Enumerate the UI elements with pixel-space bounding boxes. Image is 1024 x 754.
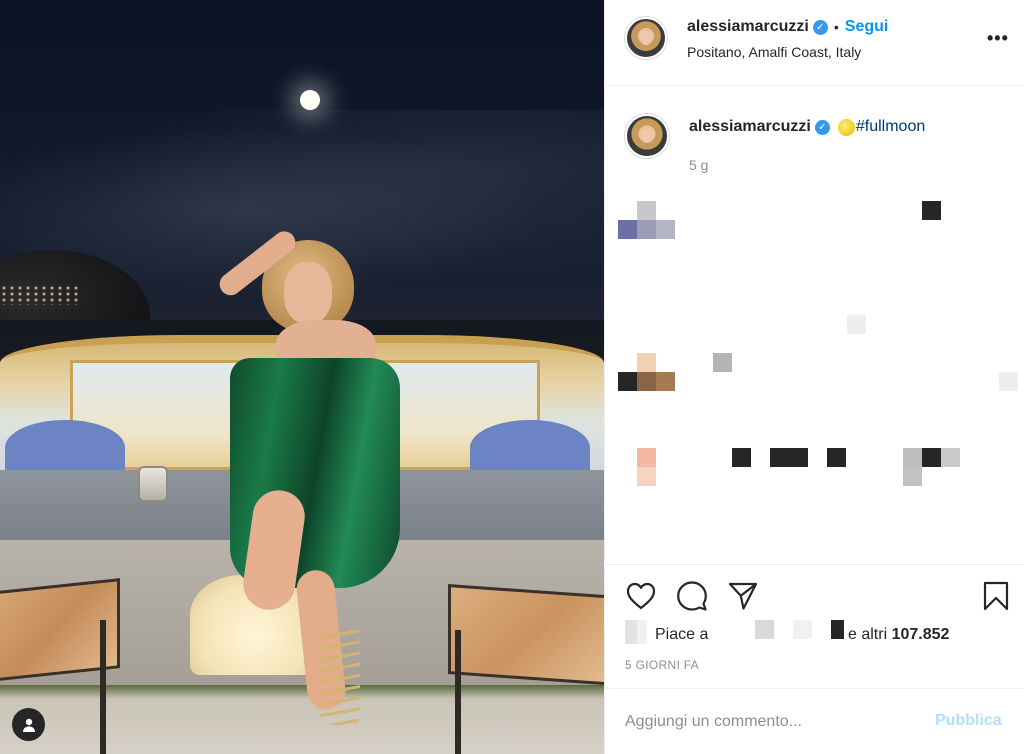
pixelated-block: [847, 315, 866, 334]
pixelated-name: [755, 620, 774, 639]
likes-suffix-line: e altri 107.852: [848, 626, 949, 644]
pixelated-block: [637, 220, 656, 239]
photo-table-leg: [455, 630, 461, 754]
post-location[interactable]: Positano, Amalfi Coast, Italy: [687, 44, 861, 60]
publish-button[interactable]: Pubblica: [935, 712, 1002, 730]
photo-ground: [0, 685, 604, 754]
pixelated-block: [713, 353, 732, 372]
pixelated-block: [827, 448, 846, 467]
verified-badge-icon: ✓: [814, 119, 830, 135]
comment-form: Pubblica: [605, 688, 1024, 754]
photo-wave-right: [470, 420, 590, 475]
like-button[interactable]: [624, 579, 658, 613]
full-moon-emoji-icon: [837, 118, 855, 136]
pixelated-block: [922, 201, 941, 220]
caption-area: alessiamarcuzzi ✓ #fullmoon 5 g: [605, 86, 1024, 564]
paper-plane-icon: [728, 582, 758, 610]
author-line: alessiamarcuzzi ✓ • Segui: [687, 18, 888, 36]
heart-icon: [626, 582, 656, 610]
follow-button[interactable]: Segui: [845, 18, 889, 36]
photo-handbag: [138, 466, 168, 502]
author-username[interactable]: alessiamarcuzzi: [687, 18, 809, 36]
likes-prefix: Piace a: [655, 626, 709, 643]
likes-summary[interactable]: Piace a e altri 107.852: [625, 620, 1015, 646]
pixelated-block: [999, 372, 1018, 391]
photo-table-right: [448, 584, 604, 686]
pixelated-name: [793, 620, 812, 639]
likes-suffix: e altri: [848, 626, 888, 643]
photo-woman-face: [284, 262, 332, 324]
pixelated-block: [922, 448, 941, 467]
pixelated-avatar: [625, 620, 637, 644]
post-date: 5 GIORNI FA: [625, 658, 699, 672]
post-photo[interactable]: [0, 0, 604, 754]
pixelated-block: [618, 220, 637, 239]
photo-table-leg: [100, 620, 106, 754]
likes-count[interactable]: 107.852: [892, 626, 950, 643]
pixelated-block: [903, 467, 922, 486]
pixelated-block: [637, 353, 656, 372]
photo-moon: [300, 90, 320, 110]
comment-input[interactable]: [625, 707, 925, 737]
pixelated-block: [618, 372, 637, 391]
pixelated-block: [770, 448, 808, 467]
post-sidebar: alessiamarcuzzi ✓ • Segui Positano, Amal…: [604, 0, 1024, 754]
user-icon: [22, 718, 35, 732]
post-header: alessiamarcuzzi ✓ • Segui Positano, Amal…: [605, 0, 1024, 86]
verified-badge-icon: ✓: [812, 19, 828, 35]
hashtag-link[interactable]: #fullmoon: [856, 118, 925, 136]
pixelated-block: [903, 448, 922, 467]
pixelated-name: [831, 620, 844, 639]
comment-icon: [677, 581, 707, 611]
comment-button[interactable]: [675, 579, 709, 613]
pixelated-block: [732, 448, 751, 467]
post-actions: Piace a e altri 107.852 5 GIORNI FA: [605, 564, 1024, 688]
pixelated-block: [637, 448, 656, 467]
more-options-icon[interactable]: •••: [987, 28, 1009, 49]
author-avatar[interactable]: [625, 17, 667, 59]
save-button[interactable]: [979, 579, 1013, 613]
caption-time: 5 g: [689, 157, 709, 173]
caption-username[interactable]: alessiamarcuzzi: [689, 118, 811, 136]
pixelated-block: [656, 220, 675, 239]
user-tag-button[interactable]: [12, 708, 45, 741]
pixelated-block: [637, 467, 656, 486]
separator-dot: •: [833, 19, 839, 35]
pixelated-block: [637, 201, 656, 220]
caption-line: alessiamarcuzzi ✓ #fullmoon: [689, 118, 925, 136]
caption-avatar[interactable]: [625, 114, 669, 158]
pixelated-block: [941, 448, 960, 467]
pixelated-block: [637, 372, 656, 391]
bookmark-icon: [983, 581, 1009, 611]
photo-wave-left: [5, 420, 125, 475]
photo-sandal: [320, 625, 360, 725]
pixelated-avatar: [637, 620, 647, 644]
share-button[interactable]: [726, 579, 760, 613]
pixelated-block: [656, 372, 675, 391]
